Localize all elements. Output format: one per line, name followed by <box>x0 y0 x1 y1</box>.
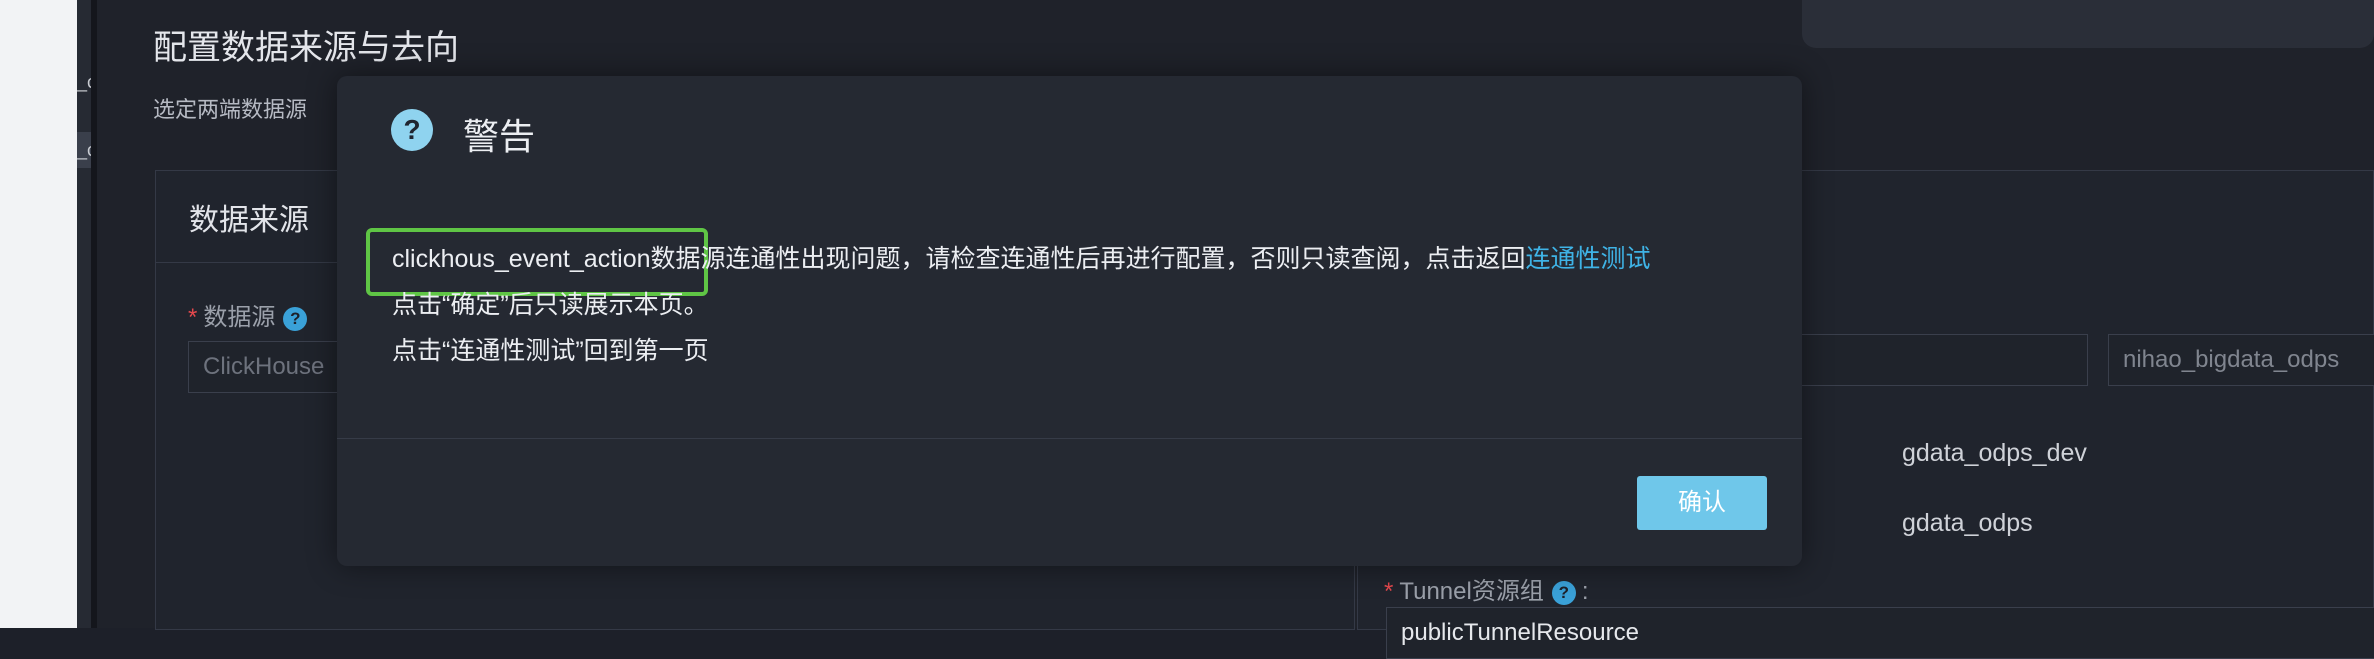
message-line-1: clickhous_event_action数据源连通性出现问题，请检查连通性后… <box>392 236 1782 282</box>
info-card <box>1802 0 2374 48</box>
target-datasource-select[interactable]: nihao_bigdata_odps <box>2108 334 2374 386</box>
message-line-2: 点击“确定”后只读展示本页。 <box>392 291 709 319</box>
dialog-title: 警告 <box>463 116 536 157</box>
target-option-dev[interactable]: gdata_odps_dev <box>1902 439 2087 468</box>
datasource-type-select-target[interactable] <box>1778 334 2088 386</box>
dialog-message: clickhous_event_action数据源连通性出现问题，请检查连通性后… <box>392 236 1782 374</box>
warning-dialog: ? 警告 clickhous_event_action数据源连通性出现问题，请检… <box>337 76 1802 566</box>
help-icon[interactable]: ? <box>283 307 308 331</box>
help-icon[interactable]: ? <box>1551 581 1576 605</box>
page-subtitle: 选定两端数据源 <box>153 97 308 122</box>
page-title: 配置数据来源与去向 <box>153 29 459 67</box>
target-option-prod[interactable]: gdata_odps <box>1902 509 2033 538</box>
datasource-label-text: 数据源 <box>203 304 276 331</box>
source-panel-title: 数据来源 <box>189 204 309 237</box>
message-line-3: 点击“连通性测试”回到第一页 <box>392 337 709 365</box>
sidebar-item[interactable]: _c <box>77 72 91 94</box>
tunnel-label-text: Tunnel资源组 <box>1399 578 1544 605</box>
sidebar-item-active[interactable]: _c <box>77 132 91 168</box>
connectivity-test-link[interactable]: 连通性测试 <box>1526 245 1651 273</box>
required-mark: * <box>188 304 198 331</box>
question-circle-icon: ? <box>391 109 433 151</box>
message-text: clickhous_event_action数据源连通性出现问题，请检查连通性后… <box>392 245 1526 273</box>
tunnel-select[interactable]: publicTunnelResource <box>1386 607 2374 659</box>
datasource-label: * 数据源? <box>188 297 308 332</box>
tunnel-label: * Tunnel资源组?: <box>1384 578 1589 605</box>
background-app-strip <box>0 0 77 628</box>
required-mark: * <box>1384 578 1394 605</box>
dialog-footer-divider <box>337 438 1802 439</box>
sidebar: _c _c <box>77 0 91 628</box>
confirm-button[interactable]: 确认 <box>1637 476 1767 530</box>
